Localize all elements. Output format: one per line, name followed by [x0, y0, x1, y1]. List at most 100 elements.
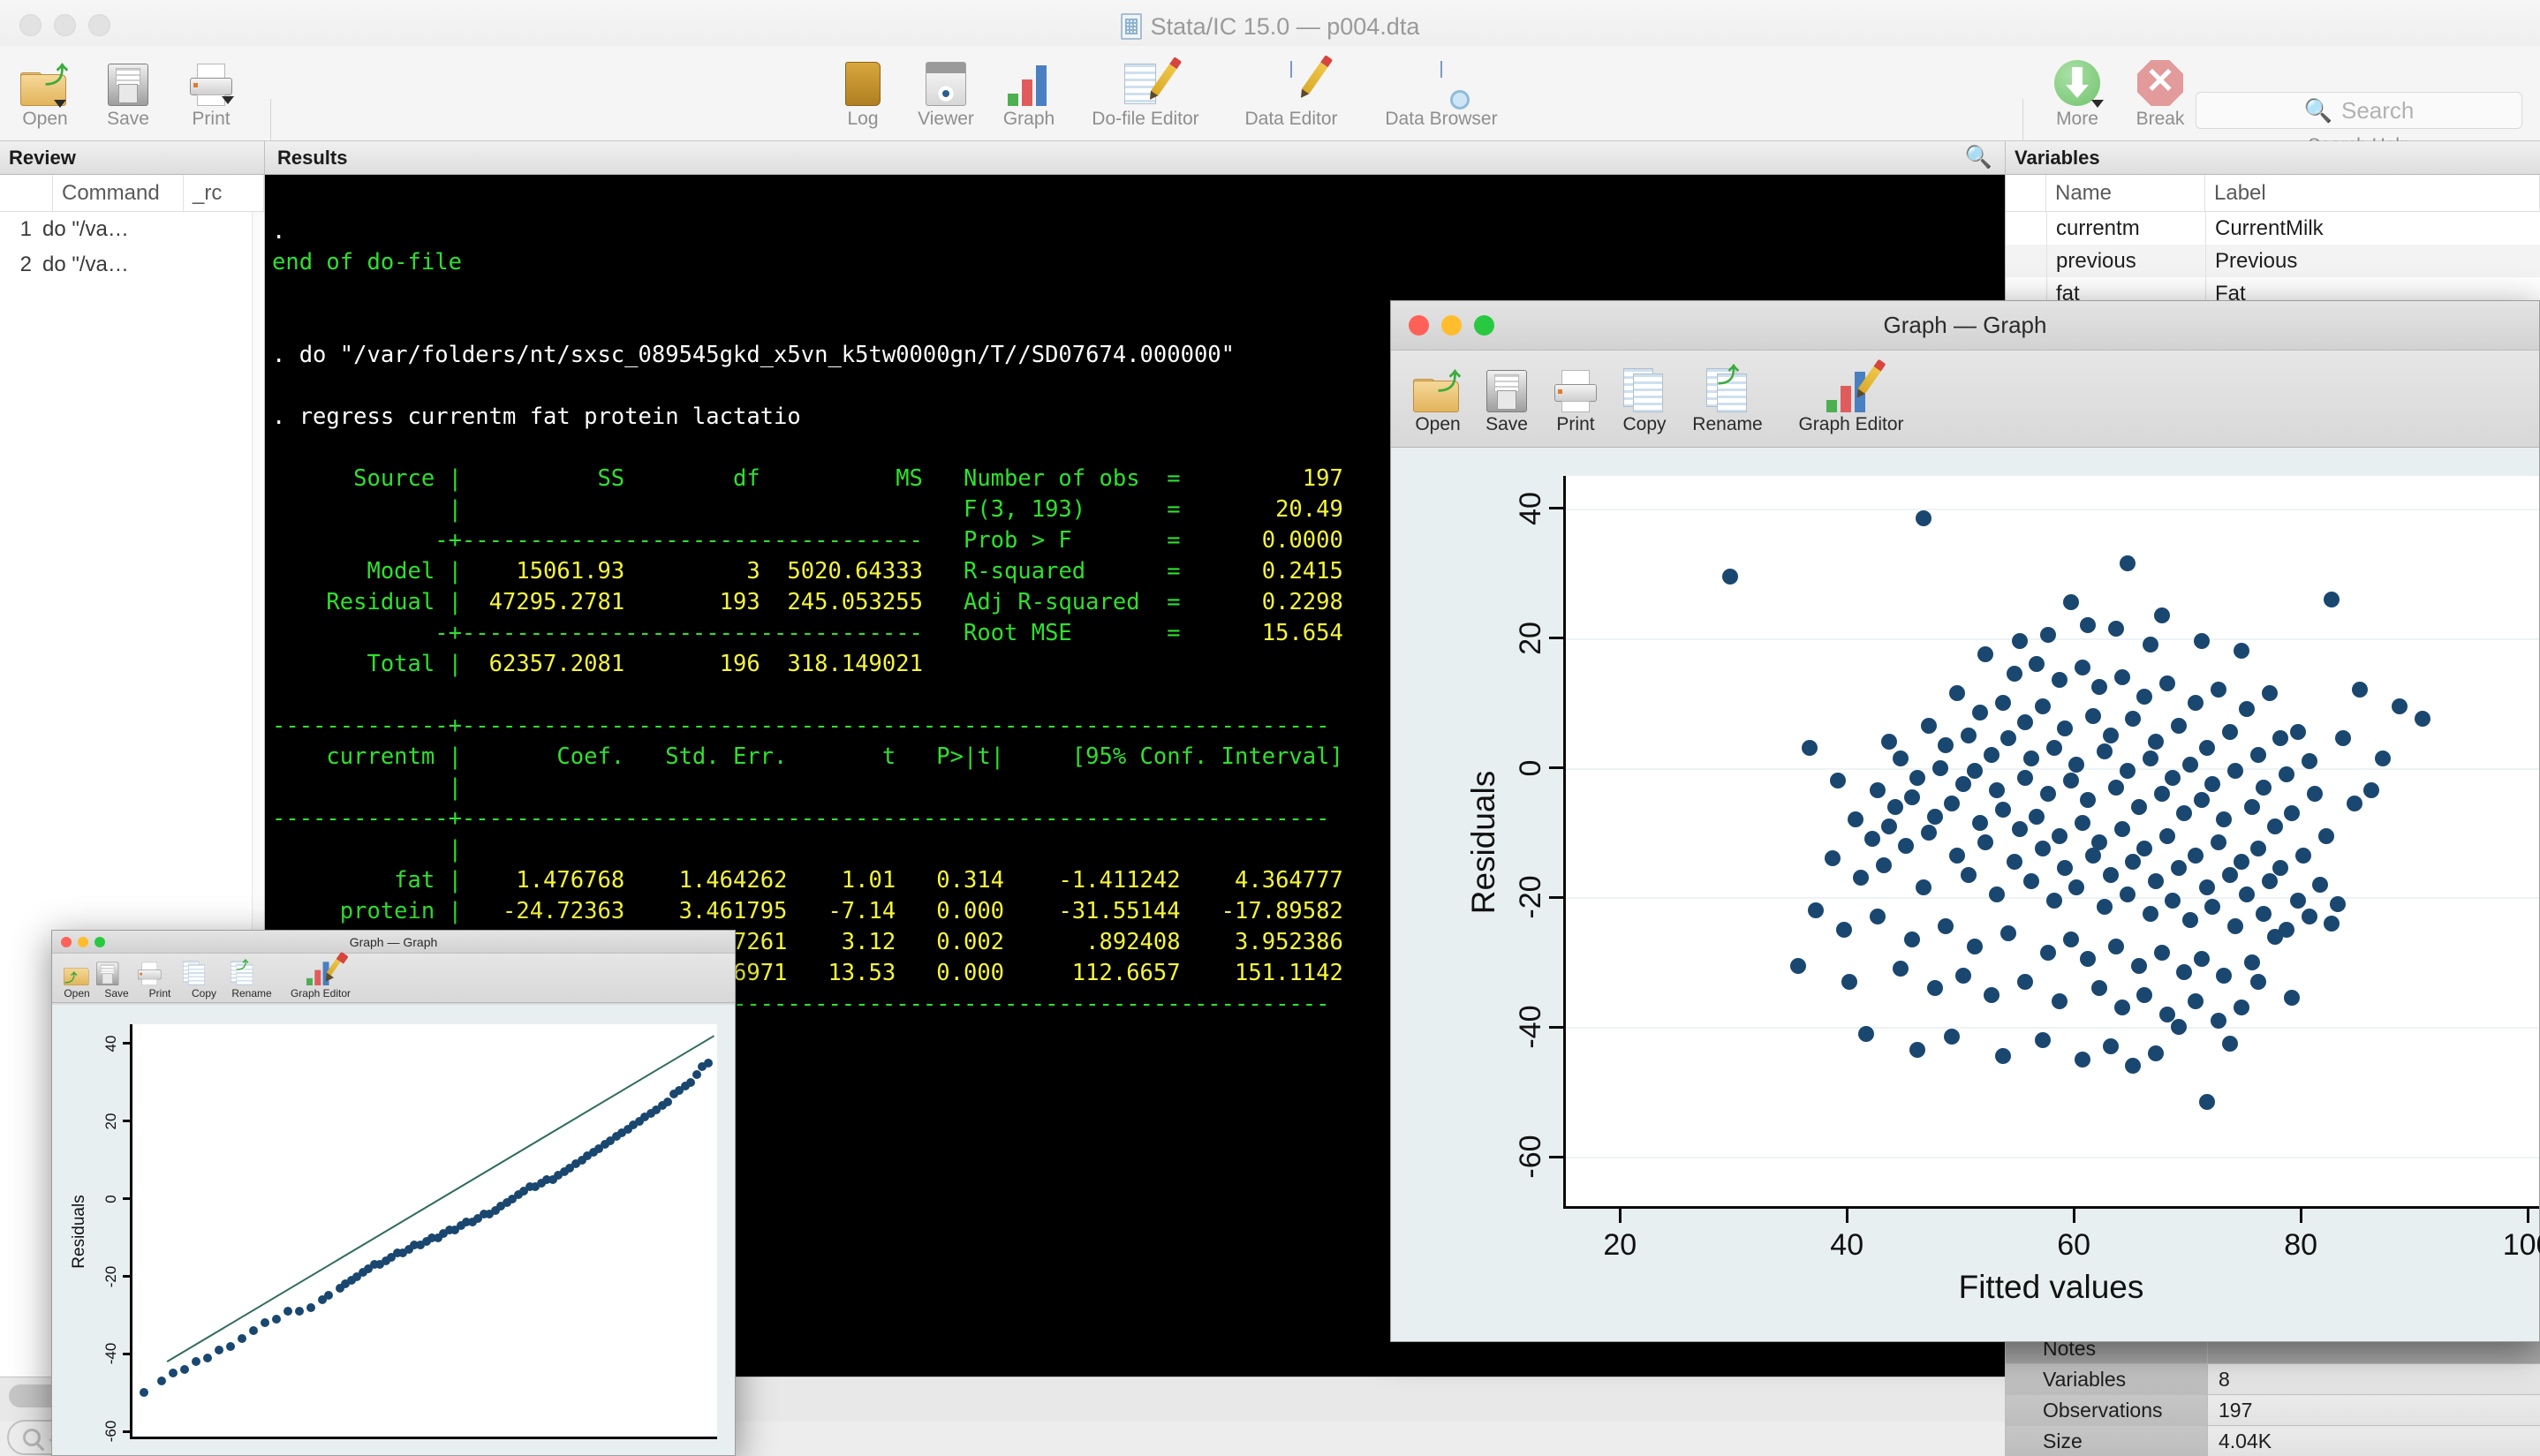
data-point [2165, 769, 2181, 786]
data-point [1830, 773, 1847, 789]
data-point [2329, 895, 2346, 912]
data-point [2051, 672, 2068, 689]
toolbar-log-button[interactable]: Log [821, 53, 904, 130]
green-down-arrow-icon [2054, 53, 2104, 108]
search-input[interactable]: 🔍 Search [2196, 92, 2522, 129]
data-point [1858, 1025, 1875, 1042]
data-point [271, 1314, 281, 1324]
toolbar-log-label: Log [847, 109, 879, 129]
data-point [2102, 866, 2119, 883]
data-point [1977, 834, 1994, 850]
toolbar-more-button[interactable]: More [2036, 53, 2119, 130]
toolbar-dofile-editor-button[interactable]: Do-file Editor [1070, 53, 1221, 130]
table-row[interactable]: currentm CurrentMilk [2006, 212, 2540, 245]
data-point [2148, 1045, 2165, 1061]
toolbar-viewer-button[interactable]: Viewer [904, 53, 987, 130]
normal-qq-plot[interactable]: -60 -40 -20 0 20 40 Residuals [52, 1005, 735, 1455]
graph-open-button[interactable]: ⤴ Open [57, 957, 96, 1000]
data-point [2249, 973, 2266, 990]
close-window-button[interactable] [19, 14, 42, 36]
toolbar-break-button[interactable]: ✕ Break [2119, 53, 2202, 130]
data-point [1875, 856, 1892, 873]
residuals-vs-fitted-plot[interactable]: -60 -40 -20 0 20 40 20 40 60 80 100 Residuals Fitted… [1391, 448, 2540, 1341]
data-point [1949, 685, 1966, 702]
graph-rename-button[interactable]: ⤴ Rename [1679, 358, 1776, 435]
toolbar-save-button[interactable]: Save [87, 53, 170, 130]
data-point [2022, 750, 2039, 766]
data-point [2324, 915, 2340, 932]
graph-print-button[interactable]: Print [137, 957, 183, 1000]
data-point [2261, 873, 2278, 890]
data-point [2256, 779, 2272, 796]
graph-window-small[interactable]: Graph — Graph ⤴ Open Save Print Copy ⤴ R… [51, 930, 736, 1456]
rename-document-icon: ⤴ [231, 957, 273, 985]
graph-open-button[interactable]: ⤴ Open [1403, 358, 1472, 435]
results-pane-title: Results [277, 146, 348, 169]
variables-pane-title: Variables [2006, 141, 2540, 175]
review-row[interactable]: 1 do "/va… [0, 212, 264, 247]
data-point [2261, 685, 2278, 702]
search-icon: 🔍 [2303, 96, 2332, 124]
data-point [1954, 775, 1971, 792]
data-point [2120, 763, 2136, 780]
graph-large-traffic-lights[interactable] [1409, 315, 1494, 336]
graph-editor-button[interactable]: Graph Editor [278, 957, 363, 1000]
search-icon[interactable]: 🔍 [1965, 145, 1992, 170]
property-row[interactable]: Observations 197 [2006, 1394, 2540, 1425]
data-point [2136, 841, 2153, 857]
close-window-button[interactable] [1409, 315, 1429, 336]
property-row[interactable]: Size 4.04K [2006, 1425, 2540, 1456]
data-point [1870, 782, 1886, 799]
minimize-window-button[interactable] [54, 14, 76, 36]
minimize-window-button[interactable] [78, 936, 88, 947]
graph-rename-button[interactable]: ⤴ Rename [225, 957, 278, 1000]
window-traffic-lights[interactable] [19, 14, 110, 36]
toolbar-graph-button[interactable]: Graph [987, 53, 1070, 130]
close-window-button[interactable] [61, 936, 72, 947]
minimize-window-button[interactable] [1441, 315, 1462, 336]
gridline [1566, 767, 2539, 770]
plot-area [130, 1024, 717, 1439]
review-row[interactable]: 2 do "/va… [0, 247, 264, 283]
data-point [2029, 808, 2045, 825]
data-point [2113, 1000, 2130, 1016]
data-point [2080, 616, 2097, 633]
graph-window-large[interactable]: Graph — Graph ⤴ Open Save Print Copy ⤴ R… [1390, 300, 2540, 1342]
data-point [2113, 821, 2130, 838]
property-row[interactable]: Variables 8 [2006, 1363, 2540, 1394]
toolbar-print-button[interactable]: Print [170, 53, 253, 130]
variable-label: Previous [2205, 245, 2540, 277]
graph-editor-icon [1826, 358, 1882, 412]
printer-icon [1553, 358, 1599, 412]
data-point [1926, 808, 1943, 825]
graph-editor-button[interactable]: Graph Editor [1776, 358, 1926, 435]
data-point [2040, 785, 2057, 802]
zoom-window-button[interactable] [94, 936, 105, 947]
zoom-window-button[interactable] [88, 14, 110, 36]
graph-small-traffic-lights[interactable] [61, 936, 105, 947]
data-point [2158, 675, 2175, 692]
graph-print-button[interactable]: Print [1541, 358, 1610, 435]
anova-table: Source | SS df MS Number of obs = 197 | … [272, 465, 1343, 677]
zoom-window-button[interactable] [1474, 315, 1494, 336]
data-point [2301, 753, 2317, 770]
graph-large-titlebar: Graph — Graph [1391, 301, 2539, 351]
toolbar-open-button[interactable]: ⤴ Open [4, 53, 87, 130]
data-point [2125, 854, 2142, 871]
data-point [2006, 666, 2022, 683]
data-point [1943, 1029, 1960, 1045]
graph-save-button[interactable]: Save [1472, 358, 1541, 435]
data-point [2272, 730, 2289, 747]
graph-copy-label: Copy [1622, 414, 1667, 434]
graph-small-canvas: -60 -40 -20 0 20 40 Residuals [52, 1005, 735, 1455]
toolbar-data-browser-button[interactable]: Data Browser [1362, 53, 1521, 130]
data-point [2295, 847, 2312, 864]
graph-copy-button[interactable]: Copy [1610, 358, 1679, 435]
graph-save-label: Save [104, 987, 129, 1000]
graph-copy-button[interactable]: Copy [183, 957, 225, 1000]
data-point [1881, 818, 1898, 834]
toolbar-data-editor-button[interactable]: Data Editor [1221, 53, 1362, 130]
graph-save-button[interactable]: Save [96, 957, 137, 1000]
table-row[interactable]: previous Previous [2006, 245, 2540, 277]
y-tickmark [123, 1430, 130, 1433]
